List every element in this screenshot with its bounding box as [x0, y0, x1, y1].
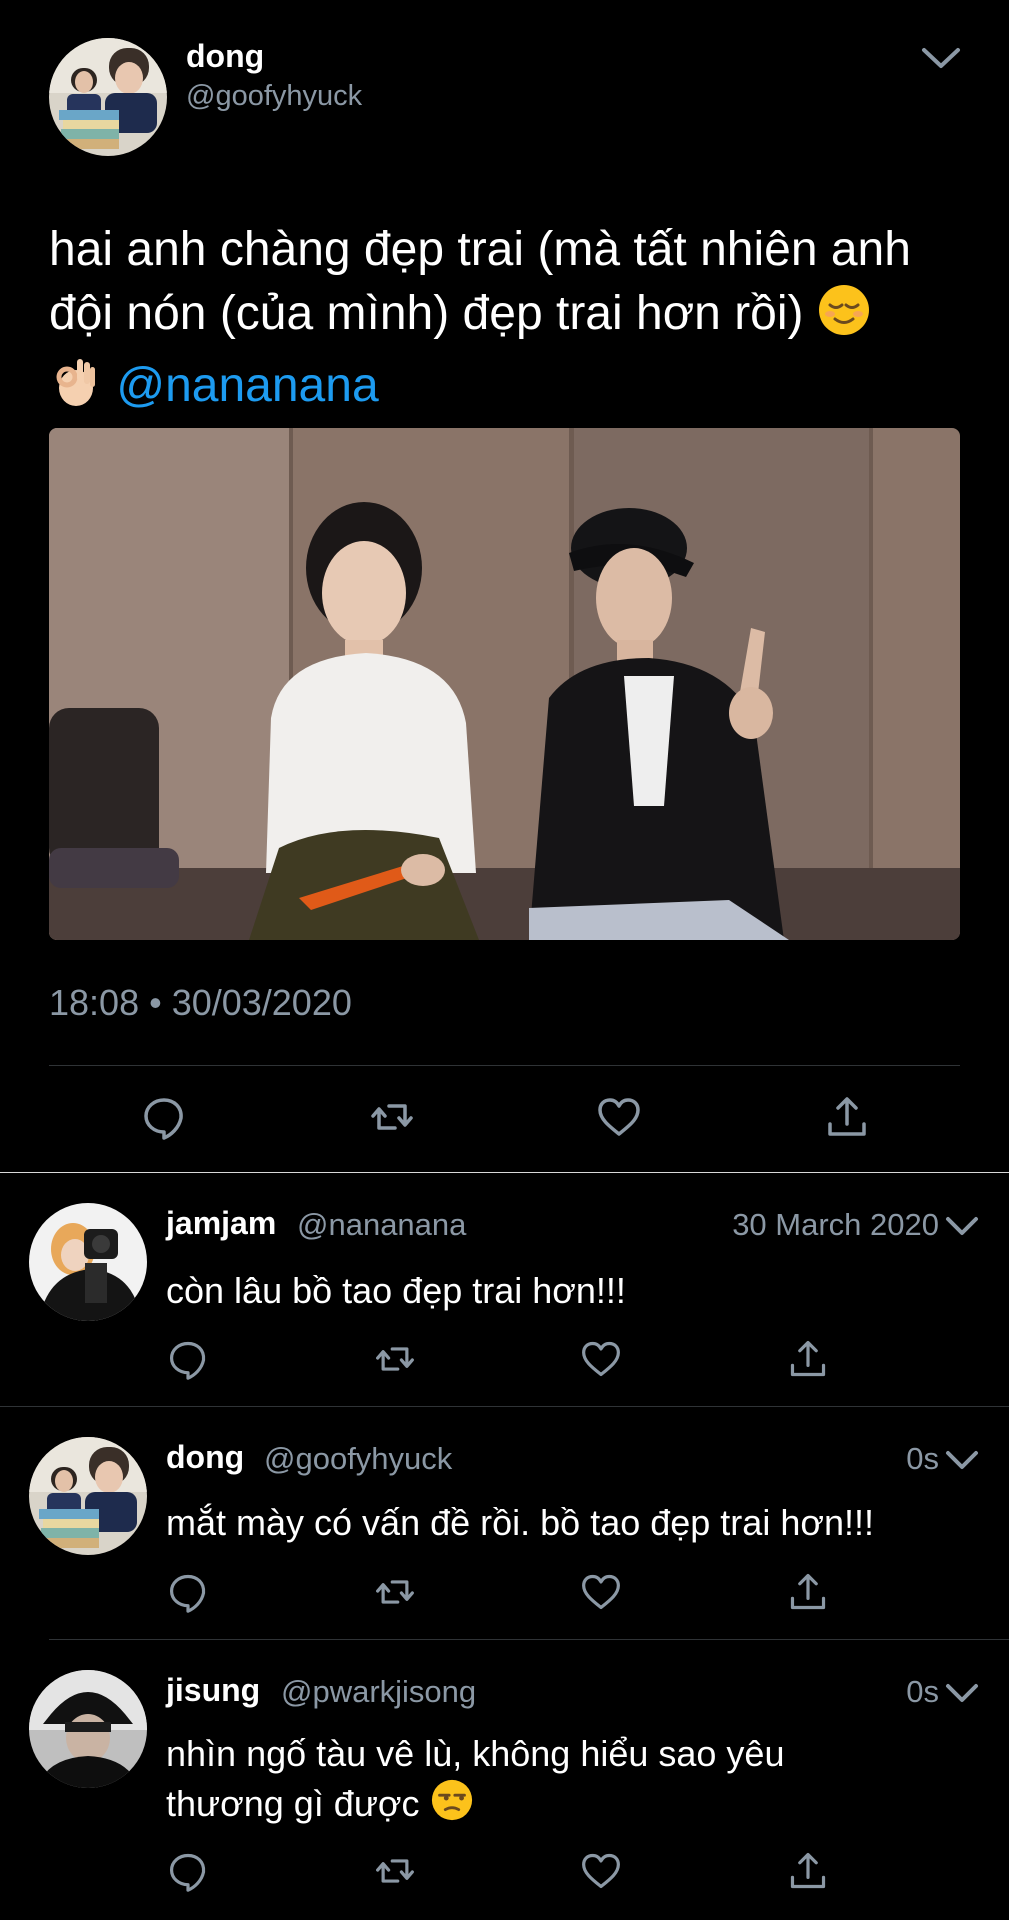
tweet-actions	[0, 1094, 1009, 1144]
reply-time: 0s	[906, 1674, 939, 1709]
main-tweet: dong @goofyhyuck hai anh chàng đẹp trai …	[0, 0, 1009, 1172]
retweet-icon[interactable]	[374, 1850, 416, 1892]
reply-text-line: nhìn ngố tàu vê lù, không hiểu sao yêu	[166, 1733, 785, 1774]
share-icon[interactable]	[787, 1850, 829, 1892]
like-icon[interactable]	[580, 1338, 622, 1380]
reply-tweet[interactable]: jamjam @nananana 30 March 2020 còn lâu b…	[0, 1173, 1009, 1406]
reply-avatar[interactable]	[29, 1670, 147, 1788]
reply-actions	[0, 1850, 1009, 1900]
reply-time: 0s	[906, 1441, 939, 1476]
tweet-photo[interactable]	[49, 428, 960, 940]
reply-author-name[interactable]: dong	[166, 1439, 244, 1476]
divider	[49, 1065, 960, 1066]
reply-tweet[interactable]: dong @goofyhyuck 0s mắt mày có vấn đề rồ…	[0, 1407, 1009, 1639]
reply-author-handle[interactable]: @goofyhyuck	[264, 1441, 452, 1477]
author-name[interactable]: dong	[186, 38, 264, 75]
reply-tweet[interactable]: jisung @pwarkjisong 0s nhìn ngố tàu vê l…	[0, 1640, 1009, 1920]
reply-text: nhìn ngố tàu vê lù, không hiểu sao yêu t…	[166, 1730, 966, 1834]
reply-text: còn lâu bồ tao đẹp trai hơn!!!	[166, 1270, 626, 1311]
tweet-text-line: đội nón (của mình) đẹp trai hơn rồi)	[49, 287, 804, 340]
reply-author-name[interactable]: jisung	[166, 1672, 260, 1709]
share-icon[interactable]	[824, 1094, 870, 1140]
reply-text-line: thương gì được	[166, 1783, 420, 1824]
tweet-text-line: hai anh chàng đẹp trai (mà tất nhiên anh	[49, 223, 911, 276]
reply-author-handle[interactable]: @nananana	[297, 1207, 466, 1243]
reply-icon[interactable]	[167, 1571, 209, 1613]
chevron-down-icon[interactable]	[945, 1449, 979, 1471]
reply-icon[interactable]	[141, 1094, 187, 1140]
reply-icon[interactable]	[167, 1850, 209, 1892]
reply-avatar[interactable]	[29, 1203, 147, 1321]
reply-avatar[interactable]	[29, 1437, 147, 1555]
retweet-icon[interactable]	[374, 1571, 416, 1613]
relieved-face-emoji-icon	[817, 283, 871, 354]
reply-actions	[0, 1338, 1009, 1388]
share-icon[interactable]	[787, 1338, 829, 1380]
chevron-down-icon[interactable]	[945, 1215, 979, 1237]
unamused-face-emoji-icon	[430, 1778, 474, 1834]
tweet-text: hai anh chàng đẹp trai (mà tất nhiên anh…	[49, 218, 969, 426]
chevron-down-icon[interactable]	[945, 1682, 979, 1704]
like-icon[interactable]	[596, 1094, 642, 1140]
chevron-down-icon[interactable]	[920, 44, 962, 72]
tweet-timestamp: 18:08 • 30/03/2020	[49, 982, 352, 1023]
reply-time: 30 March 2020	[732, 1207, 939, 1242]
author-avatar[interactable]	[49, 38, 167, 156]
reply-author-handle[interactable]: @pwarkjisong	[281, 1674, 476, 1710]
share-icon[interactable]	[787, 1571, 829, 1613]
like-icon[interactable]	[580, 1850, 622, 1892]
ok-hand-emoji-icon	[49, 355, 103, 426]
like-icon[interactable]	[580, 1571, 622, 1613]
retweet-icon[interactable]	[374, 1338, 416, 1380]
reply-actions	[0, 1571, 1009, 1621]
reply-author-name[interactable]: jamjam	[166, 1205, 276, 1242]
retweet-icon[interactable]	[369, 1094, 415, 1140]
mention-link[interactable]: @nananana	[116, 359, 378, 412]
reply-text: mắt mày có vấn đề rồi. bồ tao đẹp trai h…	[166, 1502, 874, 1543]
reply-icon[interactable]	[167, 1338, 209, 1380]
author-handle[interactable]: @goofyhyuck	[186, 80, 362, 113]
